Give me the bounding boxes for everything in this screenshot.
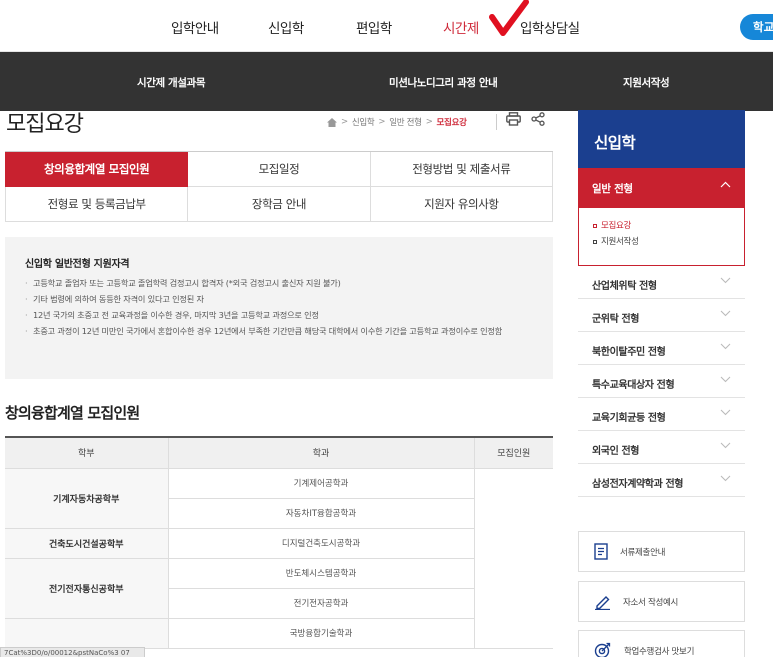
major-cell: 디지털건축도시공학과 — [168, 528, 475, 559]
quick-link-essay-example[interactable]: 자소서 작성예시 — [578, 581, 745, 622]
nav-transfer[interactable]: 편입학 — [356, 17, 392, 37]
chevron-down-icon — [720, 442, 731, 449]
major-cell: 반도체시스템공학과 — [168, 558, 475, 589]
table-row: 기계자동차공학부 기계제어공학과 — [5, 468, 553, 649]
document-icon — [594, 543, 608, 560]
tab-selection-method[interactable]: 전형방법 및 제출서류 — [370, 152, 553, 187]
quick-link-aptitude-test[interactable]: 학업수행검사 맛보기 — [578, 630, 745, 657]
subnav-part-time-courses[interactable]: 시간제 개설과목 — [137, 75, 205, 90]
print-icon[interactable] — [506, 112, 521, 126]
chevron-down-icon — [720, 409, 731, 416]
content-tabs: 창의융합계열 모집인원 모집일정 전형방법 및 제출서류 전형료 및 등록금납부… — [5, 151, 553, 222]
red-checkmark-annotation — [489, 0, 529, 36]
dept-cell: 전기전자통신공학부 — [5, 558, 169, 619]
section-title: 창의융합계열 모집인원 — [5, 404, 140, 422]
bullet-square-icon — [593, 223, 597, 228]
status-bar-url: 7Cat%3D0/o/00012&pstNaCo%3 07 — [0, 647, 145, 657]
eligibility-box: 신입학 일반전형 지원자격 고등학교 졸업자 또는 고등학교 졸업학력 검정고시… — [5, 237, 553, 379]
list-item: 12년 국가의 초중고 전 교육과정을 이수한 경우, 마지막 3년을 고등학교… — [25, 310, 533, 321]
side-menu-label: 일반 전형 — [592, 183, 633, 195]
subnav-nanodegree[interactable]: 미션나노디그리 과정 안내 — [389, 75, 498, 90]
nav-freshman[interactable]: 신입학 — [268, 17, 304, 37]
dept-cell — [5, 618, 169, 649]
toolbar-divider — [496, 114, 497, 130]
quota-cell — [474, 468, 553, 649]
side-menu-item[interactable]: 외국인 전형 — [578, 431, 745, 464]
home-icon[interactable] — [327, 117, 337, 127]
table-row: 전기전자통신공학부 반도체시스템공학과 — [5, 558, 553, 619]
side-submenu-guideline[interactable]: 모집요강 — [593, 218, 730, 234]
side-submenu-application[interactable]: 지원서작성 — [593, 234, 730, 250]
table-row: 건축도시건설공학부 디지털건축도시공학과 — [5, 528, 553, 559]
side-menu-item[interactable]: 군위탁 전형 — [578, 299, 745, 332]
breadcrumb-item[interactable]: 신입학 — [352, 116, 375, 128]
breadcrumb-current: 모집요강 — [436, 118, 467, 128]
side-menu: 신입학 일반 전형 모집요강 지원서작성 산업체위탁 전형 군위탁 전형 북한이… — [578, 110, 745, 497]
list-item: 초중고 과정이 12년 미만인 국가에서 혼합이수한 경우 12년에서 부족한 … — [25, 326, 533, 337]
list-item: 고등학교 졸업자 또는 고등학교 졸업학력 검정고시 합격자 (*외국 검정고시… — [25, 278, 533, 289]
tab-scholarship[interactable]: 장학금 안내 — [188, 187, 371, 222]
breadcrumb: > 신입학 > 일반 전형 > 모집요강 — [327, 116, 467, 128]
breadcrumb-item[interactable]: 일반 전형 — [389, 116, 422, 128]
header-quota: 모집인원 — [474, 437, 553, 469]
dept-cell: 건축도시건설공학부 — [5, 528, 169, 559]
side-menu-general-admission[interactable]: 일반 전형 — [578, 168, 745, 208]
pencil-icon — [595, 595, 610, 610]
header-major: 학과 — [168, 437, 475, 469]
tab-applicant-notes[interactable]: 지원자 유의사항 — [370, 187, 553, 222]
side-menu-item[interactable]: 특수교육대상자 전형 — [578, 365, 745, 398]
nav-admission-info[interactable]: 입학안내 — [171, 17, 219, 37]
subnav-application[interactable]: 지원서작성 — [623, 75, 670, 90]
table-row: 국방융합기술학과 — [5, 618, 553, 649]
nav-part-time[interactable]: 시간제 — [443, 17, 479, 37]
top-right-button[interactable]: 학교 — [740, 14, 773, 40]
eligibility-title: 신입학 일반전형 지원자격 — [25, 259, 130, 270]
side-menu-item[interactable]: 산업체위탁 전형 — [578, 266, 745, 299]
chevron-down-icon — [720, 376, 731, 383]
side-menu-title: 신입학 — [578, 110, 745, 168]
major-cell: 전기전자공학과 — [168, 588, 475, 619]
side-menu-item[interactable]: 북한이탈주민 전형 — [578, 332, 745, 365]
table-header-row: 학부 학과 모집인원 — [5, 437, 553, 469]
top-navigation: 입학안내 신입학 편입학 시간제 입학상담실 학교 — [0, 0, 773, 52]
chevron-up-icon — [720, 181, 731, 188]
tab-recruitment-quota[interactable]: 창의융합계열 모집인원 — [5, 152, 189, 187]
page-tools — [506, 112, 545, 126]
tab-schedule[interactable]: 모집일정 — [188, 152, 371, 187]
chevron-down-icon — [720, 343, 731, 350]
major-cell: 국방융합기술학과 — [168, 618, 475, 649]
major-cell: 자동차IT융합공학과 — [168, 498, 475, 529]
major-cell: 기계제어공학과 — [168, 468, 475, 499]
recruitment-table: 학부 학과 모집인원 기계자동차공학부 기계제어공학과 자동차IT융합공학과 건… — [5, 436, 553, 649]
quick-link-documents[interactable]: 서류제출안내 — [578, 531, 745, 572]
bullet-square-icon — [593, 239, 597, 244]
dept-cell: 기계자동차공학부 — [5, 468, 169, 529]
tab-fees[interactable]: 전형료 및 등록금납부 — [5, 187, 189, 222]
side-menu-item[interactable]: 삼성전자계약학과 전형 — [578, 464, 745, 497]
target-icon — [594, 642, 611, 657]
list-item: 기타 법령에 의하여 동등한 자격이 있다고 인정된 자 — [25, 294, 533, 305]
share-icon[interactable] — [531, 112, 545, 126]
side-menu-item[interactable]: 교육기회균등 전형 — [578, 398, 745, 431]
side-submenu: 모집요강 지원서작성 — [578, 208, 745, 266]
sub-navigation: 시간제 개설과목 미션나노디그리 과정 안내 지원서작성 — [0, 52, 773, 111]
chevron-down-icon — [720, 310, 731, 317]
header-dept: 학부 — [5, 437, 169, 469]
page-title: 모집요강 — [6, 112, 84, 137]
chevron-down-icon — [720, 277, 731, 284]
chevron-down-icon — [720, 475, 731, 482]
